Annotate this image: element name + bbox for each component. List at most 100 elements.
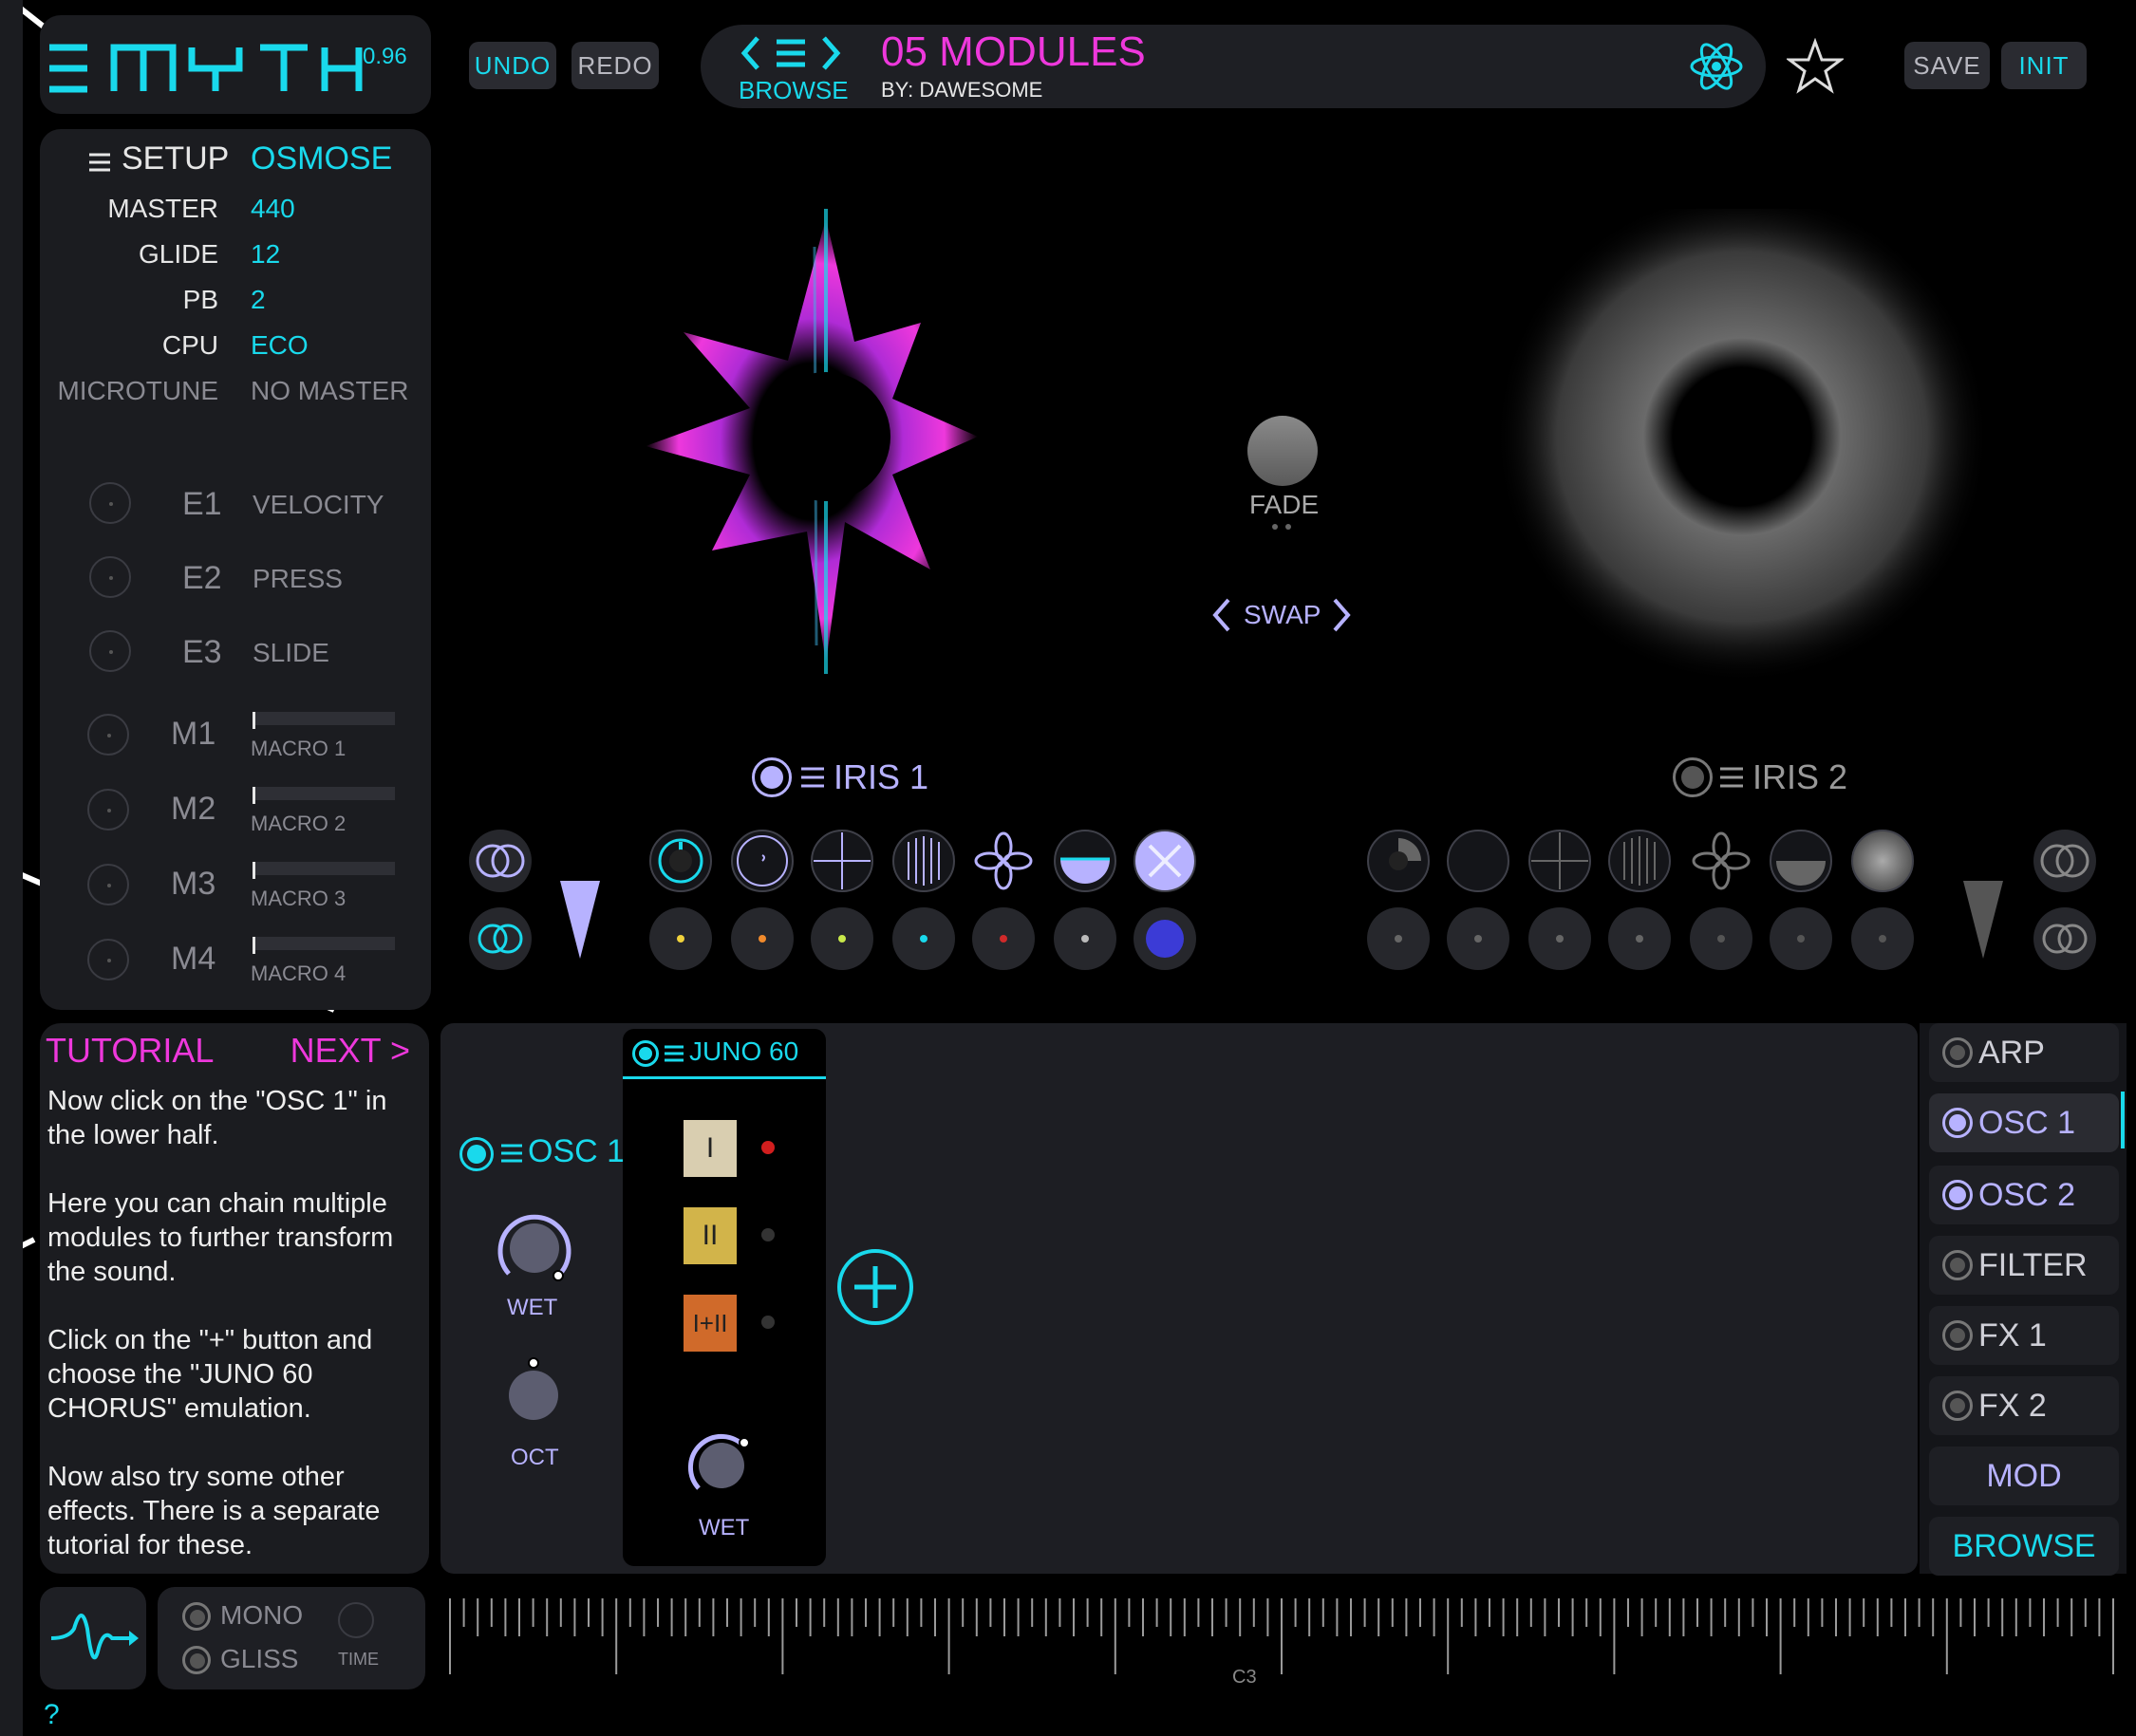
iris1-blend2-button[interactable] [469,907,532,970]
iris1-halfmoon-icon[interactable] [1054,830,1116,892]
browse-label[interactable]: BROWSE [739,76,849,105]
swap-right-icon[interactable] [1329,596,1354,634]
macro4-slider[interactable] [253,937,395,954]
osc1-toggle[interactable] [459,1137,494,1171]
fx1-radio[interactable] [1942,1320,1973,1351]
help-button[interactable]: ? [44,1699,60,1731]
iris1-knob-1[interactable] [649,830,712,892]
juno60-module[interactable]: JUNO 60 I II I+II WET [623,1029,826,1566]
iris1-mod-dot-3[interactable] [811,907,873,970]
menu-icon[interactable] [89,152,112,173]
chorus-mode-2-button[interactable]: II [684,1207,737,1264]
iris2-mod-dot-3[interactable] [1528,907,1591,970]
juno60-title[interactable]: JUNO 60 [689,1036,798,1067]
iris2-mod-dot-1[interactable] [1367,907,1430,970]
sidebar-item-fx1[interactable]: FX 1 [1929,1306,2119,1365]
macro2-slider[interactable] [253,787,395,804]
m3-knob[interactable] [87,864,129,905]
init-button[interactable]: INIT [2001,42,2087,89]
juno60-menu-icon[interactable] [665,1044,685,1065]
iris2-spiral-icon[interactable] [1447,830,1509,892]
preset-name[interactable]: 05 MODULES [881,28,1146,76]
sidebar-item-osc2[interactable]: OSC 2 [1929,1166,2119,1224]
sidebar-browse-button[interactable]: BROWSE [1929,1517,2119,1576]
osc1-menu-icon[interactable] [501,1143,524,1166]
osc1-wet-knob[interactable] [492,1205,577,1291]
sidebar-item-osc1[interactable]: OSC 1 [1929,1093,2119,1152]
iris1-mod-dot-5[interactable] [972,907,1035,970]
chorus-mode-3-button[interactable]: I+II [684,1295,737,1352]
setup-title[interactable]: SETUP [122,140,229,177]
iris2-mod-dot-6[interactable] [1770,907,1832,970]
pb-value[interactable]: 2 [251,285,266,315]
iris1-spiral-icon[interactable] [731,830,794,892]
chorus-mode-1-button[interactable]: I [684,1120,737,1177]
iris1-stripes-icon[interactable] [892,830,955,892]
gliss-radio[interactable] [182,1646,211,1674]
glide-value[interactable]: 12 [251,239,280,270]
iris2-mod-dot-2[interactable] [1447,907,1509,970]
iris1-blend-button[interactable] [469,830,532,892]
favorite-star-icon[interactable] [1787,38,1844,95]
iris2-crosshair-icon[interactable] [1528,830,1591,892]
macro1-slider[interactable] [253,712,395,729]
iris2-flower-icon[interactable] [1690,830,1752,892]
iris1-label[interactable]: IRIS 1 [834,757,928,797]
cpu-value[interactable]: ECO [251,330,309,361]
microtune-value[interactable]: NO MASTER [251,376,408,406]
iris1-mod-dot-4[interactable] [892,907,955,970]
redo-button[interactable]: REDO [571,42,659,89]
iris2-blend-button[interactable] [2033,830,2096,892]
time-knob[interactable] [338,1602,374,1638]
sidebar-mod-button[interactable]: MOD [1929,1447,2119,1505]
iris1-mod-dot-1[interactable] [649,907,712,970]
iris1-flower-icon[interactable] [972,830,1035,892]
master-value[interactable]: 440 [251,194,295,224]
add-module-plus-icon[interactable] [835,1247,915,1327]
undo-button[interactable]: UNDO [469,42,556,89]
arp-radio[interactable] [1942,1037,1973,1068]
iris1-x-icon[interactable] [1134,830,1196,892]
macro3-slider[interactable] [253,862,395,879]
swap-left-icon[interactable] [1209,596,1234,634]
osc1-title[interactable]: OSC 1 [528,1133,625,1170]
tutorial-next-button[interactable]: NEXT > [290,1031,410,1071]
osc1-radio[interactable] [1942,1108,1973,1138]
m1-knob[interactable] [87,714,129,756]
iris1-mod-dot-7[interactable] [1134,907,1196,970]
atom-icon[interactable] [1688,38,1745,95]
iris1-mod-dot-2[interactable] [731,907,794,970]
browse-nav-icon[interactable] [739,34,845,72]
iris2-label[interactable]: IRIS 2 [1752,757,1847,797]
filter-radio[interactable] [1942,1250,1973,1280]
iris2-menu-icon[interactable] [1720,765,1745,790]
sidebar-item-filter[interactable]: FILTER [1929,1236,2119,1295]
e2-knob[interactable] [89,556,131,598]
iris2-x-icon[interactable] [1851,830,1914,892]
osc1-oct-knob[interactable] [496,1353,571,1429]
iris1-visualizer[interactable] [598,171,1054,740]
iris1-mod-dot-6[interactable] [1054,907,1116,970]
m4-knob[interactable] [87,939,129,980]
sidebar-item-arp[interactable]: ARP [1929,1023,2119,1082]
iris1-crosshair-icon[interactable] [811,830,873,892]
iris2-toggle[interactable] [1673,757,1713,797]
osc2-radio[interactable] [1942,1180,1973,1210]
iris2-blend2-button[interactable] [2033,907,2096,970]
iris2-filter-triangle-icon[interactable] [1959,877,2007,962]
iris1-filter-triangle-icon[interactable] [556,877,604,962]
iris1-menu-icon[interactable] [801,765,826,790]
iris2-mod-dot-4[interactable] [1608,907,1671,970]
setup-mode-value[interactable]: OSMOSE [251,140,392,177]
fade-knob[interactable] [1247,416,1318,486]
wave-mode-panel[interactable] [40,1587,146,1689]
mono-radio[interactable] [182,1602,211,1631]
iris2-mod-dot-7[interactable] [1851,907,1914,970]
fx2-radio[interactable] [1942,1391,1973,1421]
m2-knob[interactable] [87,789,129,831]
swap-label[interactable]: SWAP [1244,600,1321,630]
e1-knob[interactable] [89,482,131,524]
iris2-halfmoon-icon[interactable] [1770,830,1832,892]
keyboard-ruler[interactable] [440,1595,2130,1689]
e3-knob[interactable] [89,630,131,672]
